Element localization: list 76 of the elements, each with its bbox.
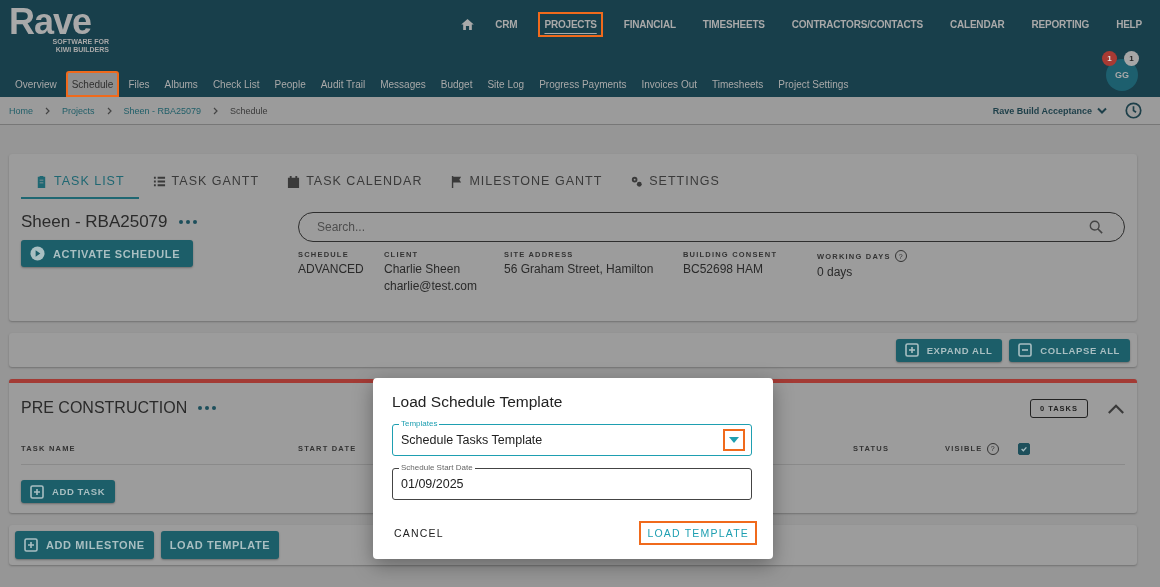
detail-value: 0 days <box>817 265 854 279</box>
footer-button[interactable]: LOAD TEMPLATE <box>160 531 280 559</box>
check-icon <box>1020 444 1028 453</box>
project-tab[interactable]: Project Settings <box>772 71 855 97</box>
nav-link[interactable]: CONTRACTORS/CONTACTS <box>785 12 929 37</box>
project-tab[interactable]: Messages <box>374 71 432 97</box>
detail-value: 56 Graham Street, Hamilton <box>504 262 655 276</box>
search-field[interactable]: Search... <box>298 212 1125 242</box>
project-tab[interactable]: Timesheets <box>706 71 770 97</box>
flag-icon <box>450 174 464 188</box>
minus-square-icon <box>1018 343 1033 357</box>
project-tab[interactable]: Audit Trail <box>314 71 372 97</box>
nav-link[interactable]: CRM <box>489 12 524 37</box>
detail-value: Charlie Sheen <box>384 262 462 276</box>
project-tab[interactable]: Albums <box>158 71 204 97</box>
nav-link[interactable]: CALENDAR <box>943 12 1011 37</box>
view-tab[interactable]: SETTINGS <box>616 166 734 199</box>
plus-square-icon <box>904 343 919 357</box>
stage-title: PRE CONSTRUCTION <box>21 399 188 417</box>
project-tab[interactable]: Overview <box>9 71 63 97</box>
breadcrumb-link[interactable]: Sheen - RBA25079 <box>123 105 202 116</box>
company-selector[interactable]: Rave Build Acceptance <box>992 105 1107 116</box>
nav-link[interactable]: PROJECTS <box>538 12 603 37</box>
project-tab[interactable]: Check List <box>206 71 266 97</box>
list-icon <box>152 174 166 188</box>
chevron-right-icon <box>106 106 112 115</box>
toolbar-button[interactable]: COLLAPSE ALL <box>1009 338 1130 362</box>
view-tab[interactable]: TASK GANTT <box>138 166 274 199</box>
clock-icon[interactable] <box>1125 102 1142 119</box>
plus-square-icon <box>24 538 38 552</box>
collapse-chevron-icon[interactable] <box>1107 402 1125 414</box>
project-tab[interactable]: Budget <box>434 71 479 97</box>
project-tab[interactable]: Invoices Out <box>635 71 703 97</box>
project-tab[interactable]: Schedule <box>65 71 120 97</box>
project-tab[interactable]: Files <box>122 71 156 97</box>
play-icon <box>30 246 45 261</box>
breadcrumb-link[interactable]: Home <box>9 105 33 116</box>
nav-link[interactable]: TIMESHEETS <box>696 12 771 37</box>
chevron-down-icon <box>1097 107 1107 114</box>
nav-link[interactable]: HELP <box>1110 12 1148 37</box>
project-tab[interactable]: Site Log <box>481 71 531 97</box>
gears-icon <box>630 174 644 188</box>
view-tab[interactable]: MILESTONE GANTT <box>436 166 617 199</box>
dropdown-caret-icon[interactable] <box>723 429 745 451</box>
view-tab[interactable]: TASK CALENDAR <box>273 166 437 199</box>
more-icon[interactable] <box>178 220 197 224</box>
add-task-button[interactable]: ADD TASK <box>21 480 116 503</box>
home-icon[interactable] <box>461 19 475 30</box>
triangle-down-icon <box>729 437 739 443</box>
visible-checkbox[interactable] <box>1018 442 1030 455</box>
view-tab[interactable]: TASK LIST <box>21 166 139 199</box>
breadcrumb-link[interactable]: Schedule <box>230 105 268 116</box>
toolbar-button[interactable]: EXPAND ALL <box>895 338 1003 362</box>
more-icon[interactable] <box>198 406 217 410</box>
notification-badge: 1 <box>1124 51 1139 66</box>
footer-button[interactable]: ADD MILESTONE <box>15 531 154 559</box>
load-template-button[interactable]: LOAD TEMPLATE <box>639 521 757 545</box>
plus-square-icon <box>30 484 44 499</box>
activate-schedule-button[interactable]: ACTIVATE SCHEDULE <box>21 240 194 267</box>
nav-link[interactable]: FINANCIAL <box>617 12 682 37</box>
cancel-button[interactable]: CANCEL <box>392 521 446 545</box>
breadcrumb-link[interactable]: Projects <box>62 105 95 116</box>
clipboard-icon <box>35 174 48 188</box>
chevron-right-icon <box>45 106 50 115</box>
project-tab[interactable]: People <box>268 71 312 97</box>
detail-value: BC52698 HAM <box>683 262 765 276</box>
detail-value: charlie@test.com <box>384 279 478 293</box>
project-title: Sheen - RBA25079 <box>21 212 168 232</box>
calendar-icon <box>287 174 301 188</box>
chevron-right-icon <box>213 106 219 115</box>
nav-link[interactable]: REPORTING <box>1025 12 1096 37</box>
project-tab[interactable]: Progress Payments <box>533 71 633 97</box>
search-icon[interactable] <box>1089 220 1103 234</box>
dialog-title: Load Schedule Template <box>392 393 564 411</box>
detail-value: ADVANCED <box>298 262 365 276</box>
notification-badge: 1 <box>1102 51 1117 66</box>
